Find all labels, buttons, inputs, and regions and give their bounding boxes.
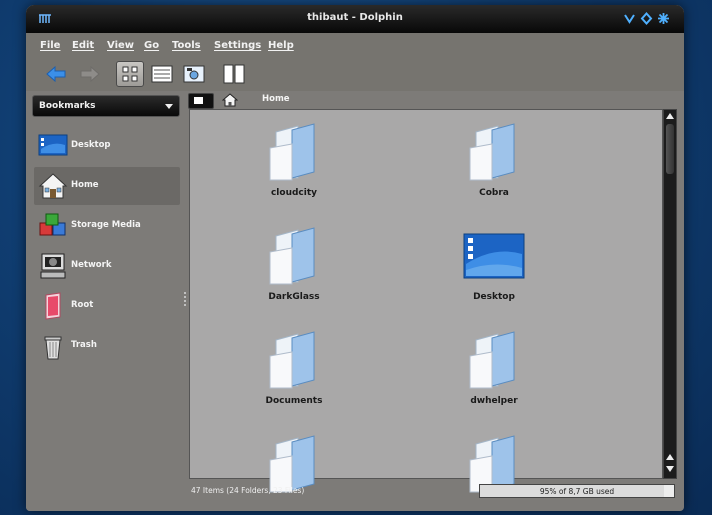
file-item[interactable]: Documents [239, 320, 349, 415]
file-item[interactable]: cloudcity [239, 112, 349, 207]
bookmarks-selector[interactable]: Bookmarks [32, 95, 180, 117]
menu-settings[interactable]: Settings [214, 40, 261, 51]
preview-icon [183, 65, 205, 83]
file-item[interactable]: DarkGlass [239, 216, 349, 311]
status-bar: 47 Items (24 Folders, 23 Files) 95% of 8… [189, 483, 679, 503]
breadcrumb-current[interactable]: Home [262, 94, 290, 104]
scroll-down-icon[interactable] [666, 466, 674, 472]
chevron-down-icon [165, 104, 173, 109]
sidebar-item-label: Home [71, 180, 99, 190]
maximize-icon[interactable] [640, 12, 653, 25]
file-name: dwhelper [470, 396, 518, 406]
sidebar-item-desktop[interactable]: Desktop [34, 127, 180, 165]
file-name: Desktop [473, 292, 515, 302]
preview-button[interactable] [180, 61, 208, 87]
sidebar-item-trash[interactable]: Trash [34, 327, 180, 365]
breadcrumb: Home [186, 91, 684, 111]
file-name: Documents [265, 396, 323, 406]
root-folder-icon [45, 292, 61, 320]
home-icon[interactable] [222, 92, 238, 108]
split-view-icon [223, 64, 245, 84]
menu-tools[interactable]: Tools [172, 40, 201, 51]
sidebar-item-label: Desktop [71, 140, 111, 150]
file-item[interactable]: Cobra [439, 112, 549, 207]
folder-icon [269, 331, 315, 389]
forward-button[interactable] [76, 61, 104, 87]
sidebar-item-home[interactable]: Home [34, 167, 180, 205]
folder-icon [469, 331, 515, 389]
desktop-icon [38, 134, 68, 156]
details-view-button[interactable] [148, 61, 176, 87]
sidebar-item-label: Storage Media [71, 220, 141, 230]
icons-view-icon [122, 66, 138, 82]
folder-icon [469, 123, 515, 181]
menu-bar: File Edit View Go Tools Settings Help [26, 33, 684, 59]
capacity-text: 95% of 8,7 GB used [539, 487, 615, 496]
back-arrow-icon [46, 65, 66, 83]
places-panel: Bookmarks Desktop Home Storage Media Net… [26, 91, 186, 511]
file-view[interactable]: cloudcity Cobra DarkGlass Desktop Docume… [189, 109, 663, 493]
back-button[interactable] [42, 61, 70, 87]
folder-icon [269, 227, 315, 285]
close-icon[interactable] [657, 12, 670, 25]
panel-splitter-handle[interactable] [184, 292, 186, 306]
menu-help[interactable]: Help [268, 40, 294, 51]
split-view-button[interactable] [220, 61, 248, 87]
menu-go[interactable]: Go [144, 40, 159, 51]
file-item[interactable]: dwhelper [439, 320, 549, 415]
toolbar [26, 59, 684, 91]
window-title: thibaut - Dolphin [307, 12, 403, 23]
sidebar-item-label: Trash [71, 340, 97, 350]
menu-edit[interactable]: Edit [72, 40, 94, 51]
file-item[interactable]: Desktop [439, 216, 549, 311]
minimize-icon[interactable] [623, 12, 636, 25]
folder-icon [269, 123, 315, 181]
sidebar-item-label: Root [71, 300, 94, 310]
bookmarks-selector-label: Bookmarks [39, 101, 96, 111]
details-view-icon [151, 65, 173, 83]
desktop-icon [463, 233, 525, 279]
vertical-scrollbar[interactable] [663, 109, 677, 479]
scroll-up-icon-bottom[interactable] [666, 454, 674, 460]
dolphin-window: thibaut - Dolphin File Edit View Go Tool… [26, 5, 684, 511]
icons-view-button[interactable] [116, 61, 144, 87]
network-icon [40, 253, 66, 279]
menu-file[interactable]: File [40, 40, 60, 51]
trash-icon [44, 336, 62, 360]
sidebar-item-label: Network [71, 260, 112, 270]
sidebar-item-network[interactable]: Network [34, 247, 180, 285]
disk-capacity-bar: 95% of 8,7 GB used [479, 484, 675, 498]
file-name: cloudcity [270, 188, 318, 198]
scroll-up-icon[interactable] [666, 113, 674, 119]
sidebar-item-storage-media[interactable]: Storage Media [34, 207, 180, 245]
file-name: Cobra [479, 188, 509, 198]
home-icon [38, 173, 68, 199]
storage-media-icon [39, 213, 66, 236]
sidebar-item-root[interactable]: Root [34, 287, 180, 325]
file-name: DarkGlass [268, 292, 320, 302]
title-bar[interactable]: thibaut - Dolphin [26, 5, 684, 33]
menu-view[interactable]: View [107, 40, 134, 51]
forward-arrow-icon [80, 65, 100, 83]
location-mode-toggle[interactable] [188, 93, 214, 109]
scrollbar-thumb[interactable] [666, 124, 674, 174]
status-summary: 47 Items (24 Folders, 23 Files) [191, 486, 305, 495]
